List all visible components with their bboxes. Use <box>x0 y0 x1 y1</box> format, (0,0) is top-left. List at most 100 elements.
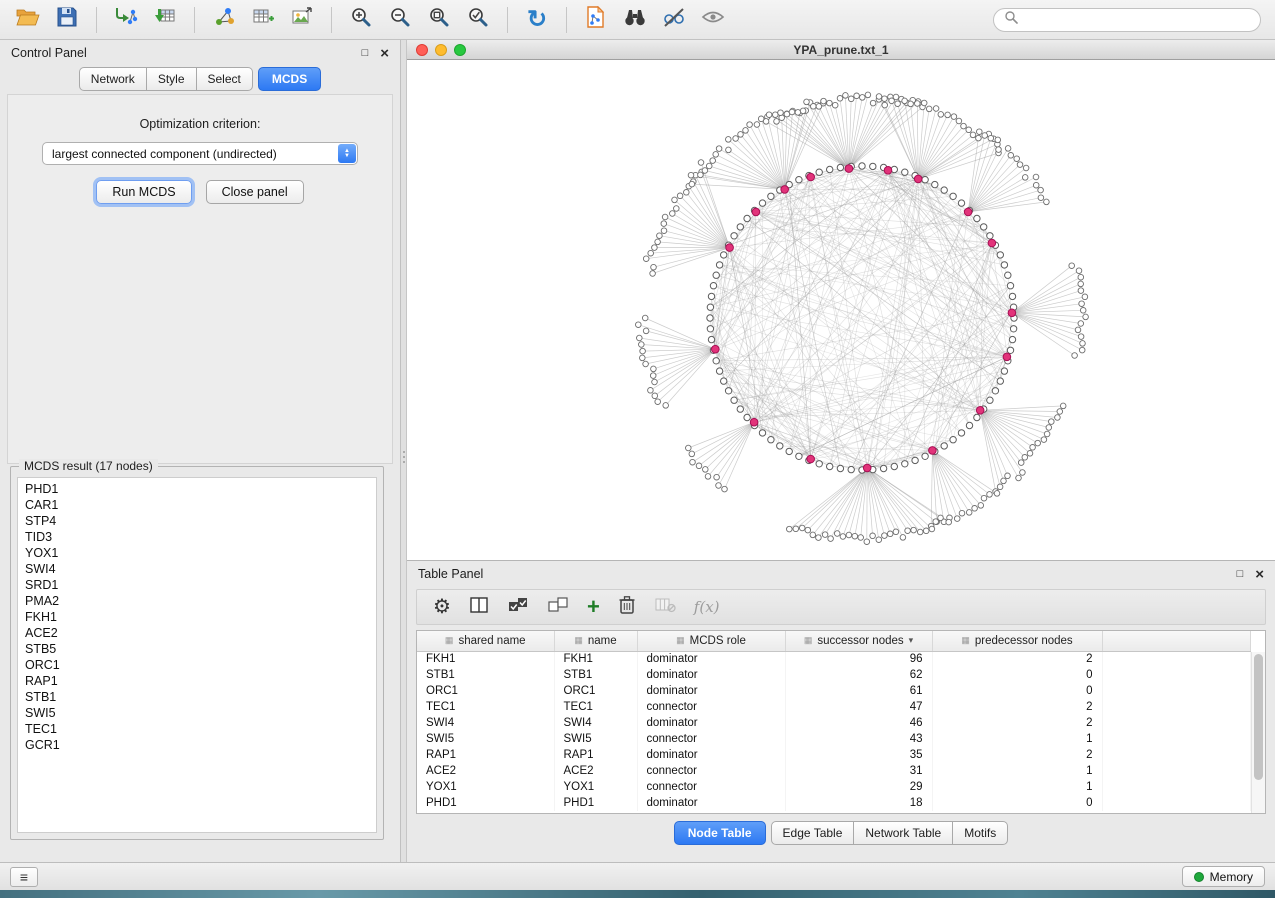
float-panel-icon[interactable]: □ <box>362 48 369 59</box>
column-header-predecessor-nodes[interactable]: ▦predecessor nodes <box>932 631 1102 651</box>
table-row[interactable]: FKH1FKH1dominator962 <box>417 651 1251 667</box>
control-panel-header: Control Panel □ × <box>0 40 400 66</box>
mcds-result-list[interactable]: PHD1 CAR1 STP4 TID3 YOX1 SWI4 SRD1 PMA2 … <box>17 477 377 833</box>
column-header-shared-name[interactable]: ▦shared name <box>417 631 554 651</box>
window-minimize-light[interactable] <box>435 44 447 56</box>
table-row[interactable]: TEC1TEC1connector472 <box>417 699 1251 715</box>
table-row[interactable]: ORC1ORC1dominator610 <box>417 683 1251 699</box>
zoom-in-button[interactable] <box>343 4 379 36</box>
column-header-mcds-role[interactable]: ▦MCDS role <box>637 631 785 651</box>
log-console-button[interactable]: ≡ <box>10 867 38 887</box>
global-search <box>993 8 1261 32</box>
close-panel-icon[interactable]: × <box>380 46 389 61</box>
optimization-criterion-select[interactable]: largest connected component (undirected)… <box>42 142 358 165</box>
list-item[interactable]: SWI5 <box>18 705 376 721</box>
list-item[interactable]: CAR1 <box>18 497 376 513</box>
list-item[interactable]: STB1 <box>18 689 376 705</box>
delete-table-icon-disabled <box>654 596 676 619</box>
list-item[interactable]: RAP1 <box>18 673 376 689</box>
search-input[interactable] <box>1024 13 1250 27</box>
list-item[interactable]: ACE2 <box>18 625 376 641</box>
combo-stepper[interactable]: ▲ ▼ <box>338 144 356 163</box>
column-grid-icon: ▦ <box>574 635 583 646</box>
select-all-columns-icon[interactable] <box>507 596 529 619</box>
show-view-button[interactable] <box>695 4 731 36</box>
show-columns-icon[interactable] <box>469 596 489 619</box>
list-item[interactable]: TEC1 <box>18 721 376 737</box>
table-scrollbar[interactable] <box>1251 652 1265 813</box>
table-row[interactable]: SWI4SWI4dominator462 <box>417 715 1251 731</box>
apply-layout-button[interactable]: ↻ <box>519 4 555 36</box>
close-panel-button[interactable]: Close panel <box>206 180 304 204</box>
new-network-button[interactable] <box>206 4 242 36</box>
tab-edge-table[interactable]: Edge Table <box>771 821 855 845</box>
find-button[interactable] <box>617 4 653 36</box>
delete-column-icon[interactable] <box>618 595 636 620</box>
desktop-wallpaper-strip <box>0 890 1275 898</box>
zoom-selected-button[interactable] <box>460 4 496 36</box>
list-item[interactable]: SWI4 <box>18 561 376 577</box>
list-item[interactable]: GCR1 <box>18 737 376 753</box>
table-settings-icon[interactable]: ⚙ <box>433 597 451 617</box>
window-maximize-light[interactable] <box>454 44 466 56</box>
list-item[interactable]: STB5 <box>18 641 376 657</box>
optimization-criterion-label: Optimization criterion: <box>8 117 392 131</box>
hide-detail-button[interactable] <box>656 4 692 36</box>
list-item[interactable]: YOX1 <box>18 545 376 561</box>
table-row[interactable]: PHD1PHD1dominator180 <box>417 795 1251 811</box>
column-header-successor-nodes[interactable]: ▦successor nodes▾ <box>785 631 932 651</box>
memory-label: Memory <box>1210 870 1253 884</box>
tab-motifs[interactable]: Motifs <box>953 821 1008 845</box>
column-grid-icon: ▦ <box>961 635 970 646</box>
deselect-all-columns-icon[interactable] <box>547 596 569 619</box>
import-network-button[interactable] <box>108 4 144 36</box>
table-row[interactable]: STB1STB1dominator620 <box>417 667 1251 683</box>
list-item[interactable]: PMA2 <box>18 593 376 609</box>
memory-button[interactable]: Memory <box>1182 866 1265 887</box>
application-window: ↻ <box>0 0 1275 898</box>
save-session-button[interactable] <box>49 4 85 36</box>
tab-node-table[interactable]: Node Table <box>674 821 766 845</box>
list-item[interactable]: ORC1 <box>18 657 376 673</box>
main-toolbar: ↻ <box>0 0 1275 40</box>
network-window-titlebar[interactable]: YPA_prune.txt_1 <box>407 40 1275 60</box>
network-canvas[interactable] <box>407 60 1275 560</box>
table-header-row: ▦shared name ▦name ▦MCDS role ▦successor… <box>417 631 1251 651</box>
list-item[interactable]: TID3 <box>18 529 376 545</box>
network-share-icon <box>212 6 236 33</box>
tab-style[interactable]: Style <box>147 67 197 91</box>
import-table-icon <box>153 6 177 33</box>
zoom-fit-button[interactable] <box>421 4 457 36</box>
tab-network-table[interactable]: Network Table <box>854 821 953 845</box>
open-session-button[interactable] <box>10 4 46 36</box>
list-item[interactable]: STP4 <box>18 513 376 529</box>
table-panel-header: Table Panel □ × <box>407 561 1275 587</box>
list-item[interactable]: FKH1 <box>18 609 376 625</box>
binoculars-icon <box>623 6 647 33</box>
export-image-button[interactable] <box>284 4 320 36</box>
scrollbar-thumb[interactable] <box>1254 654 1263 780</box>
column-header-name[interactable]: ▦name <box>554 631 637 651</box>
tab-select[interactable]: Select <box>197 67 253 91</box>
close-panel-icon[interactable]: × <box>1255 567 1264 582</box>
window-close-light[interactable] <box>416 44 428 56</box>
run-mcds-button[interactable]: Run MCDS <box>96 180 191 204</box>
tab-network[interactable]: Network <box>79 67 147 91</box>
list-item[interactable]: PHD1 <box>18 481 376 497</box>
tab-mcds[interactable]: MCDS <box>258 67 321 91</box>
table-row[interactable]: RAP1RAP1dominator352 <box>417 747 1251 763</box>
network-window-title: YPA_prune.txt_1 <box>793 43 888 57</box>
float-panel-icon[interactable]: □ <box>1237 569 1244 580</box>
list-item[interactable]: SRD1 <box>18 577 376 593</box>
table-row[interactable]: ACE2ACE2connector311 <box>417 763 1251 779</box>
new-table-button[interactable] <box>245 4 281 36</box>
add-column-icon[interactable]: + <box>587 596 600 618</box>
toolbar-separator <box>194 7 195 33</box>
table-row[interactable]: SWI5SWI5connector431 <box>417 731 1251 747</box>
toolbar-separator <box>507 7 508 33</box>
import-table-button[interactable] <box>147 4 183 36</box>
zoom-out-button[interactable] <box>382 4 418 36</box>
share-document-button[interactable] <box>578 4 614 36</box>
table-row[interactable]: YOX1YOX1connector291 <box>417 779 1251 795</box>
new-table-icon <box>251 6 275 33</box>
